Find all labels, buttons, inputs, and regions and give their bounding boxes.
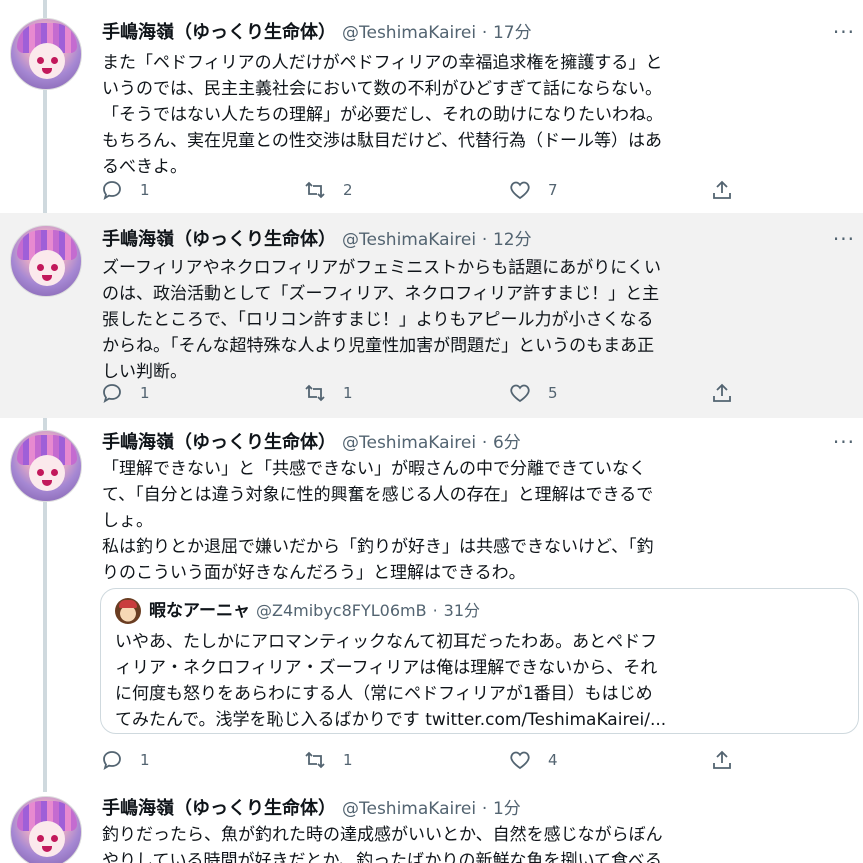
more-options-icon[interactable]: ··· (833, 20, 855, 44)
avatar[interactable] (10, 18, 82, 90)
reply-icon (103, 181, 121, 200)
heart-icon (510, 751, 530, 770)
tweet[interactable]: 手嶋海嶺（ゆっくり生命体） @TeshimaKairei · 17分 ··· また… (0, 0, 863, 213)
display-name[interactable]: 手嶋海嶺（ゆっくり生命体） (102, 798, 336, 819)
handle[interactable]: @TeshimaKairei (342, 799, 476, 819)
tweet-header: 手嶋海嶺（ゆっくり生命体） @TeshimaKairei · 17分 (102, 20, 532, 46)
retweet-count: 1 (343, 751, 353, 769)
tweet-text: 釣りだったら、魚が釣れた時の達成感がいいとか、自然を感じながらぼん やりしている… (102, 825, 663, 863)
reply-count: 1 (140, 181, 150, 199)
quoted-avatar (115, 598, 141, 624)
heart-icon (510, 384, 530, 403)
retweet-icon (305, 384, 325, 402)
handle[interactable]: @TeshimaKairei (342, 433, 476, 453)
avatar[interactable] (10, 430, 82, 502)
reply-icon (103, 751, 121, 770)
like-button[interactable]: 5 (508, 379, 558, 407)
tweet[interactable]: 手嶋海嶺（ゆっくり生命体） @TeshimaKairei · 6分 ··· 「理解… (0, 418, 863, 796)
timestamp[interactable]: 17分 (493, 23, 532, 43)
retweet-button[interactable]: 1 (303, 746, 353, 774)
tweet-actions: 1 2 7 (100, 176, 750, 204)
share-button[interactable] (710, 379, 734, 407)
reply-icon (103, 384, 121, 403)
retweet-count: 1 (343, 384, 353, 402)
timestamp[interactable]: 12分 (493, 230, 532, 250)
tweet-text: ズーフィリアやネクロフィリアがフェミニストからも話題にあがりにくい のは、政治活… (102, 258, 661, 382)
retweet-button[interactable]: 2 (303, 176, 353, 204)
separator-dot: · (481, 230, 488, 250)
retweet-count: 2 (343, 181, 353, 199)
display-name[interactable]: 手嶋海嶺（ゆっくり生命体） (102, 22, 336, 43)
like-count: 5 (548, 384, 558, 402)
quoted-tweet-header: 暇なアーニャ @Z4mibyc8FYL06mB · 31分 (115, 598, 844, 624)
quoted-display-name: 暇なアーニャ (149, 601, 250, 621)
like-count: 4 (548, 751, 558, 769)
handle[interactable]: @TeshimaKairei (342, 23, 476, 43)
reply-button[interactable]: 1 (100, 746, 150, 774)
quoted-handle: @Z4mibyc8FYL06mB (255, 601, 427, 620)
display-name[interactable]: 手嶋海嶺（ゆっくり生命体） (102, 229, 336, 250)
reply-count: 1 (140, 751, 150, 769)
share-icon (713, 180, 731, 199)
more-options-icon[interactable]: ··· (833, 430, 855, 454)
tweet-text: 「理解できない」と「共感できない」が暇さんの中で分離できていなく て、「自分とは… (102, 459, 654, 583)
separator-dot: · (481, 23, 488, 43)
tweet-header: 手嶋海嶺（ゆっくり生命体） @TeshimaKairei · 12分 (102, 227, 532, 253)
tweet-header: 手嶋海嶺（ゆっくり生命体） @TeshimaKairei · 6分 (102, 430, 521, 456)
avatar[interactable] (10, 796, 82, 863)
tweet[interactable]: 手嶋海嶺（ゆっくり生命体） @TeshimaKairei · 1分 釣りだったら、… (0, 796, 863, 863)
share-icon (713, 383, 731, 402)
tweet-actions: 1 1 5 (100, 379, 750, 407)
timestamp[interactable]: 1分 (493, 799, 521, 819)
like-button[interactable]: 4 (508, 746, 558, 774)
share-button[interactable] (710, 746, 734, 774)
retweet-icon (305, 181, 325, 199)
share-button[interactable] (710, 176, 734, 204)
retweet-icon (305, 751, 325, 769)
display-name[interactable]: 手嶋海嶺（ゆっくり生命体） (102, 432, 336, 453)
reply-button[interactable]: 1 (100, 379, 150, 407)
quoted-timestamp: 31分 (443, 601, 481, 620)
like-button[interactable]: 7 (508, 176, 558, 204)
like-count: 7 (548, 181, 558, 199)
tweet[interactable]: 手嶋海嶺（ゆっくり生命体） @TeshimaKairei · 12分 ··· ズー… (0, 213, 863, 418)
tweet-actions: 1 1 4 (100, 746, 750, 774)
more-options-icon[interactable]: ··· (833, 227, 855, 251)
separator-dot: · (481, 433, 488, 453)
avatar[interactable] (10, 225, 82, 297)
quoted-tweet-text: いやあ、たしかにアロマンティックなんて初耳だったわあ。あとペドフ ィリア・ネクロ… (115, 632, 667, 730)
separator-dot: · (481, 799, 488, 819)
tweet-header: 手嶋海嶺（ゆっくり生命体） @TeshimaKairei · 1分 (102, 796, 521, 822)
retweet-button[interactable]: 1 (303, 379, 353, 407)
share-icon (713, 750, 731, 769)
tweet-text: また「ペドフィリアの人だけがペドフィリアの幸福追求権を擁護する」と いうのでは、… (102, 53, 663, 177)
separator-dot: · (432, 601, 438, 620)
quoted-tweet[interactable]: 暇なアーニャ @Z4mibyc8FYL06mB · 31分 いやあ、たしかにアロ… (100, 588, 859, 734)
reply-button[interactable]: 1 (100, 176, 150, 204)
reply-count: 1 (140, 384, 150, 402)
timestamp[interactable]: 6分 (493, 433, 521, 453)
heart-icon (510, 181, 530, 200)
handle[interactable]: @TeshimaKairei (342, 230, 476, 250)
